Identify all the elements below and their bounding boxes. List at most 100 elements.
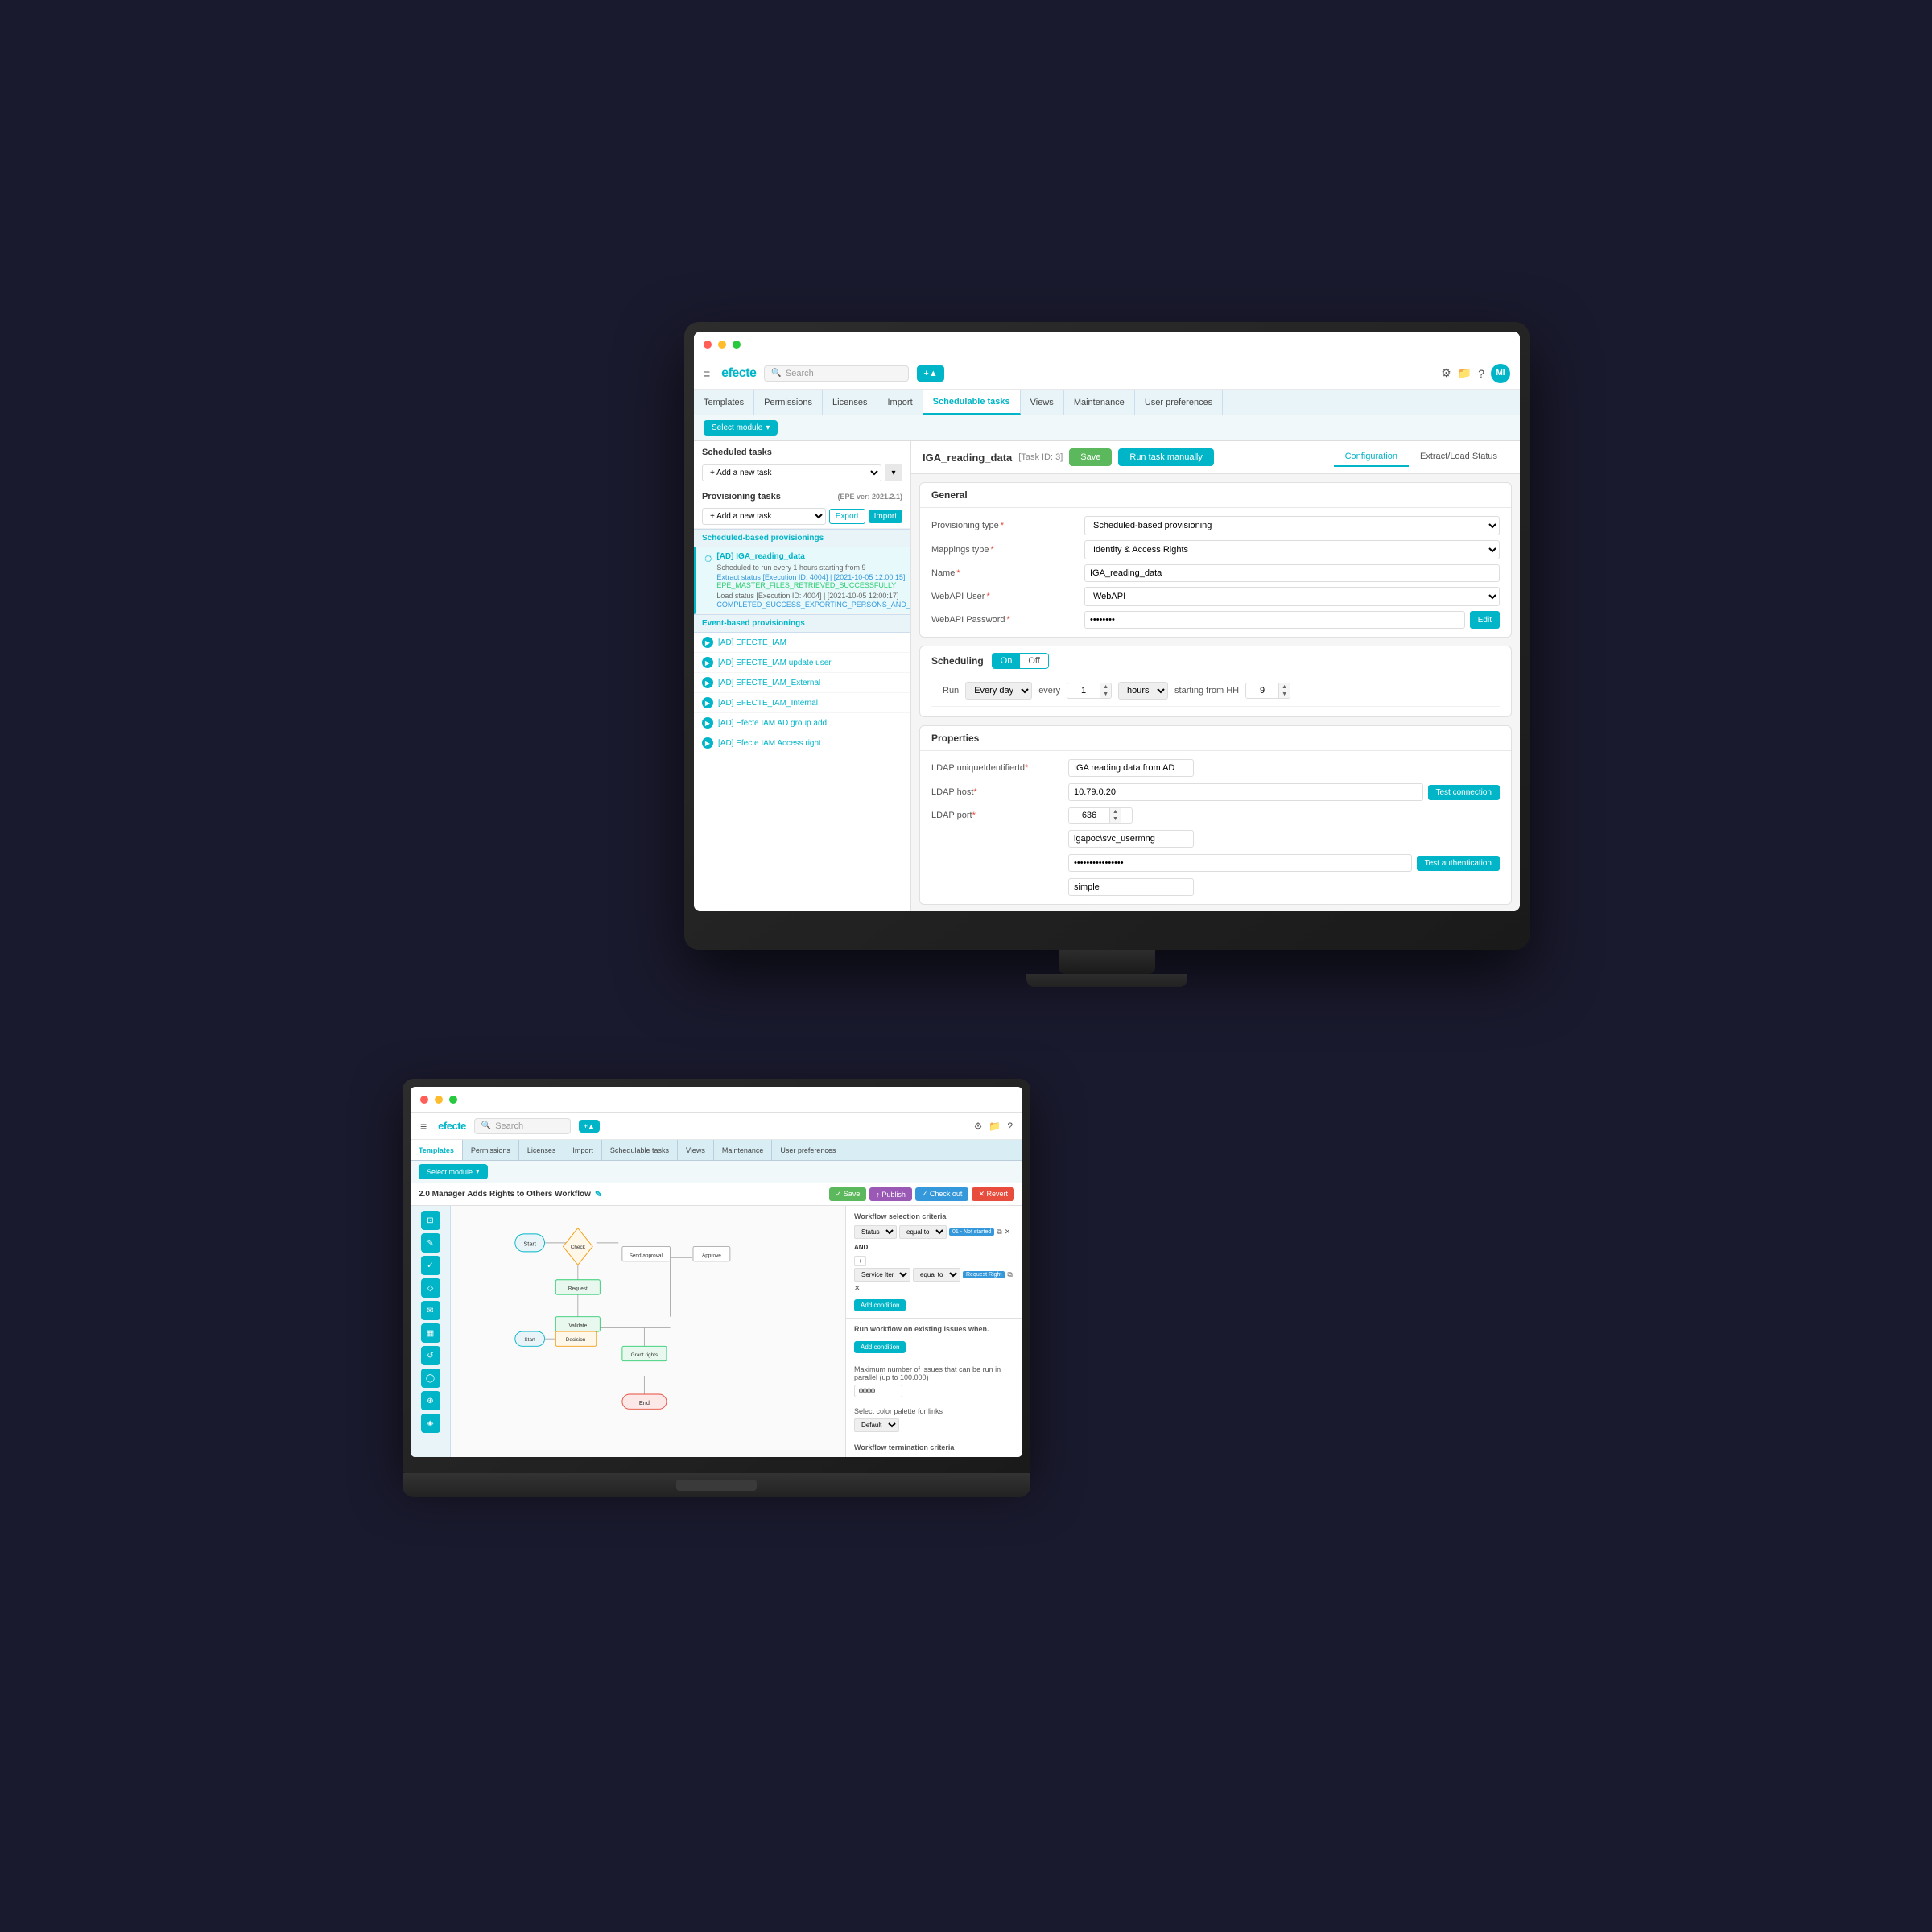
sidebar-icon-7[interactable]: ◯ <box>421 1368 440 1388</box>
laptop-tab-templates[interactable]: Templates <box>411 1140 463 1160</box>
criteria-row1-copy[interactable]: ⧉ <box>997 1228 1001 1236</box>
tab-extract-load[interactable]: Extract/Load Status <box>1409 448 1509 467</box>
tab-templates[interactable]: Templates <box>694 390 754 415</box>
laptop-select-module-button[interactable]: Select module ▾ <box>419 1164 488 1179</box>
import-button[interactable]: Import <box>869 510 902 523</box>
criteria-row2-copy[interactable]: ⧉ <box>1007 1270 1012 1279</box>
workflow-edit-icon[interactable]: ✎ <box>595 1189 602 1199</box>
sidebar-icon-9[interactable]: ◈ <box>421 1414 440 1433</box>
select-module-button[interactable]: Select module ▾ <box>704 420 778 436</box>
ldap-uid-input[interactable] <box>1068 759 1194 777</box>
edit-password-button[interactable]: Edit <box>1470 611 1500 629</box>
laptop-tab-views[interactable]: Views <box>678 1140 714 1160</box>
event-item-0[interactable]: ▶ [AD] EFECTE_IAM <box>694 633 910 653</box>
port-down-arrow[interactable]: ▼ <box>1110 815 1121 823</box>
toggle-on-button[interactable]: On <box>993 654 1021 668</box>
criteria-field2-select[interactable]: Service Item <box>854 1268 910 1282</box>
laptop-tab-permissions[interactable]: Permissions <box>463 1140 519 1160</box>
laptop-tab-maintenance[interactable]: Maintenance <box>714 1140 773 1160</box>
name-input[interactable] <box>1084 564 1500 582</box>
laptop-maximize-btn[interactable] <box>449 1096 457 1104</box>
criteria-field1-select[interactable]: Status <box>854 1225 897 1239</box>
max-issues-input[interactable] <box>854 1385 902 1397</box>
add-condition-button-1[interactable]: Add condition <box>854 1299 906 1311</box>
add-condition-button-2[interactable]: Add condition <box>854 1341 906 1353</box>
starting-up-arrow[interactable]: ▲ <box>1279 683 1290 691</box>
export-button[interactable]: Export <box>829 509 865 524</box>
criteria-row2-delete[interactable]: ✕ <box>854 1284 861 1293</box>
tab-configuration[interactable]: Configuration <box>1334 448 1409 467</box>
interval-down-arrow[interactable]: ▼ <box>1100 691 1111 698</box>
test-connection-button[interactable]: Test connection <box>1428 785 1501 800</box>
sidebar-icon-8[interactable]: ⊕ <box>421 1391 440 1410</box>
laptop-search-bar[interactable]: 🔍 Search <box>474 1118 571 1134</box>
search-bar[interactable]: 🔍 Search <box>764 365 909 382</box>
minimize-button[interactable] <box>718 341 726 349</box>
sidebar-icon-6[interactable]: ↺ <box>421 1346 440 1365</box>
event-item-5[interactable]: ▶ [AD] Efecte IAM Access right <box>694 733 910 753</box>
criteria-and-add[interactable]: + <box>854 1256 866 1266</box>
run-task-button[interactable]: Run task manually <box>1118 448 1214 466</box>
event-item-3[interactable]: ▶ [AD] EFECTE_IAM_Internal <box>694 693 910 713</box>
tab-user-preferences[interactable]: User preferences <box>1135 390 1223 415</box>
workflow-revert-button[interactable]: ✕ Revert <box>972 1187 1014 1201</box>
ldap-host-input[interactable] <box>1068 783 1423 801</box>
sidebar-icon-4[interactable]: ✉ <box>421 1301 440 1320</box>
laptop-add-button[interactable]: +▲ <box>579 1120 600 1133</box>
test-authentication-button[interactable]: Test authentication <box>1417 856 1500 871</box>
webapi-user-select[interactable]: WebAPI <box>1084 587 1500 606</box>
color-palette-select[interactable]: Default <box>854 1418 899 1432</box>
laptop-minimize-btn[interactable] <box>435 1096 443 1104</box>
tab-permissions[interactable]: Permissions <box>754 390 823 415</box>
settings-icon[interactable]: ⚙ <box>1441 366 1451 380</box>
sidebar-icon-2[interactable]: ✓ <box>421 1256 440 1275</box>
add-scheduled-task-select[interactable]: + Add a new task <box>702 464 881 481</box>
laptop-hamburger-icon[interactable]: ≡ <box>420 1120 427 1133</box>
folder-icon[interactable]: 📁 <box>1458 366 1472 380</box>
event-item-4[interactable]: ▶ [AD] Efecte IAM AD group add <box>694 713 910 733</box>
laptop-help-icon[interactable]: ? <box>1007 1121 1013 1132</box>
help-icon[interactable]: ? <box>1478 367 1484 380</box>
event-item-2[interactable]: ▶ [AD] EFECTE_IAM_External <box>694 673 910 693</box>
simple-input[interactable] <box>1068 878 1194 896</box>
active-task-item[interactable]: ⏱ [AD] IGA_reading_data Scheduled to run… <box>694 547 910 614</box>
workflow-canvas[interactable]: Start Check Request Validate S <box>451 1206 845 1457</box>
port-up-arrow[interactable]: ▲ <box>1110 808 1121 815</box>
password-input[interactable] <box>1068 854 1412 872</box>
criteria-op2-select[interactable]: equal to <box>913 1268 960 1282</box>
criteria-op1-select[interactable]: equal to <box>899 1225 947 1239</box>
close-button[interactable] <box>704 341 712 349</box>
username-input[interactable] <box>1068 830 1194 848</box>
provisioning-type-select[interactable]: Scheduled-based provisioning <box>1084 516 1500 535</box>
sidebar-icon-0[interactable]: ⊡ <box>421 1211 440 1230</box>
interval-value-input[interactable] <box>1067 683 1100 698</box>
add-task-arrow-btn[interactable]: ▾ <box>885 464 902 481</box>
add-provisioning-task-select[interactable]: + Add a new task <box>702 508 826 525</box>
tab-views[interactable]: Views <box>1021 390 1064 415</box>
user-avatar[interactable]: MI <box>1491 364 1510 383</box>
tab-maintenance[interactable]: Maintenance <box>1064 390 1135 415</box>
webapi-password-input[interactable] <box>1084 611 1465 629</box>
workflow-publish-button[interactable]: ↑ Publish <box>869 1187 912 1201</box>
laptop-close-btn[interactable] <box>420 1096 428 1104</box>
maximize-button[interactable] <box>733 341 741 349</box>
add-button[interactable]: +▲ <box>917 365 943 382</box>
toggle-off-button[interactable]: Off <box>1020 654 1047 668</box>
ldap-port-input[interactable] <box>1069 808 1109 823</box>
hours-select[interactable]: hours <box>1118 682 1168 700</box>
sidebar-icon-5[interactable]: ▦ <box>421 1323 440 1343</box>
save-button[interactable]: Save <box>1069 448 1112 466</box>
laptop-tab-licenses[interactable]: Licenses <box>519 1140 565 1160</box>
sidebar-icon-1[interactable]: ✎ <box>421 1233 440 1253</box>
laptop-tab-schedulable[interactable]: Schedulable tasks <box>602 1140 678 1160</box>
laptop-settings-icon[interactable]: ⚙ <box>974 1121 983 1132</box>
run-frequency-select[interactable]: Every day <box>965 682 1032 700</box>
workflow-checkout-button[interactable]: ✓ Check out <box>915 1187 969 1201</box>
event-item-1[interactable]: ▶ [AD] EFECTE_IAM update user <box>694 653 910 673</box>
laptop-tab-import[interactable]: Import <box>564 1140 602 1160</box>
starting-time-input[interactable] <box>1246 683 1278 698</box>
laptop-folder-icon[interactable]: 📁 <box>989 1121 1001 1132</box>
interval-up-arrow[interactable]: ▲ <box>1100 683 1111 691</box>
criteria-row1-delete[interactable]: ✕ <box>1005 1228 1011 1236</box>
sidebar-icon-3[interactable]: ◇ <box>421 1278 440 1298</box>
